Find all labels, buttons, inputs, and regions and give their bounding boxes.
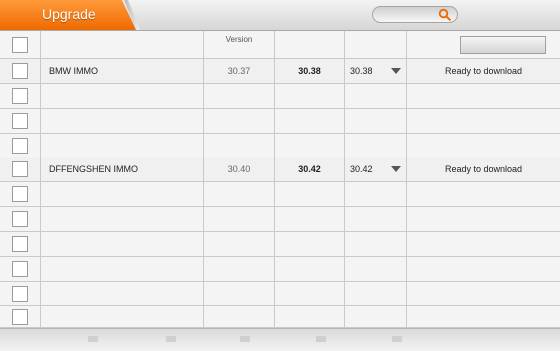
table-row[interactable] [0, 232, 560, 257]
table-row[interactable] [0, 207, 560, 232]
table-row[interactable] [0, 84, 560, 109]
table-row[interactable] [0, 282, 560, 306]
table-row[interactable] [0, 182, 560, 207]
current-version: 30.40 [204, 157, 275, 181]
row-checkbox[interactable] [12, 88, 28, 104]
footer-button[interactable] [392, 336, 402, 342]
select-all-checkbox[interactable] [12, 36, 28, 53]
row-checkbox[interactable] [12, 211, 28, 227]
latest-version: 30.38 [275, 59, 345, 83]
row-checkbox[interactable] [12, 113, 28, 129]
bottom-toolbar [0, 328, 560, 351]
search-icon[interactable] [438, 8, 451, 21]
upgrade-all-button[interactable] [460, 35, 546, 54]
version-select-value: 30.38 [350, 66, 373, 76]
table-row[interactable]: DFFENGSHEN IMMO 30.40 30.42 30.42 Ready … [0, 157, 560, 182]
row-checkbox[interactable] [12, 186, 28, 202]
row-checkbox[interactable] [12, 63, 28, 79]
row-checkbox[interactable] [12, 261, 28, 277]
column-header-version: Version [225, 35, 253, 44]
version-select[interactable]: 30.38 [345, 59, 407, 83]
table-header-row: Version [0, 31, 560, 59]
row-checkbox[interactable] [12, 236, 28, 252]
row-checkbox[interactable] [12, 161, 28, 177]
version-select-value: 30.42 [350, 164, 373, 174]
footer-button[interactable] [316, 336, 326, 342]
tab-upgrade-label: Upgrade [42, 6, 96, 22]
row-checkbox[interactable] [12, 285, 28, 302]
version-select[interactable]: 30.42 [345, 157, 407, 181]
table-row[interactable] [0, 109, 560, 134]
upgrade-table: Version BMW IMMO 30.37 30.38 30.38 Ready… [0, 31, 560, 328]
tab-upgrade[interactable]: Upgrade [0, 0, 136, 30]
latest-version: 30.42 [275, 157, 345, 181]
table-row[interactable] [0, 306, 560, 328]
download-status: Ready to download [444, 164, 523, 174]
footer-button[interactable] [88, 336, 98, 342]
dropdown-arrow-icon[interactable] [391, 68, 401, 74]
current-version: 30.37 [204, 59, 275, 83]
top-bar: Upgrade [0, 0, 560, 31]
table-row[interactable] [0, 134, 560, 159]
footer-button[interactable] [240, 336, 250, 342]
software-name: BMW IMMO [41, 59, 204, 83]
search-input[interactable] [372, 6, 458, 23]
table-row[interactable] [0, 257, 560, 282]
software-name: DFFENGSHEN IMMO [41, 157, 204, 181]
row-checkbox[interactable] [12, 138, 28, 154]
table-row[interactable]: BMW IMMO 30.37 30.38 30.38 Ready to down… [0, 59, 560, 84]
download-status: Ready to download [444, 66, 523, 76]
row-checkbox[interactable] [12, 308, 28, 325]
footer-button[interactable] [166, 336, 176, 342]
dropdown-arrow-icon[interactable] [391, 166, 401, 172]
